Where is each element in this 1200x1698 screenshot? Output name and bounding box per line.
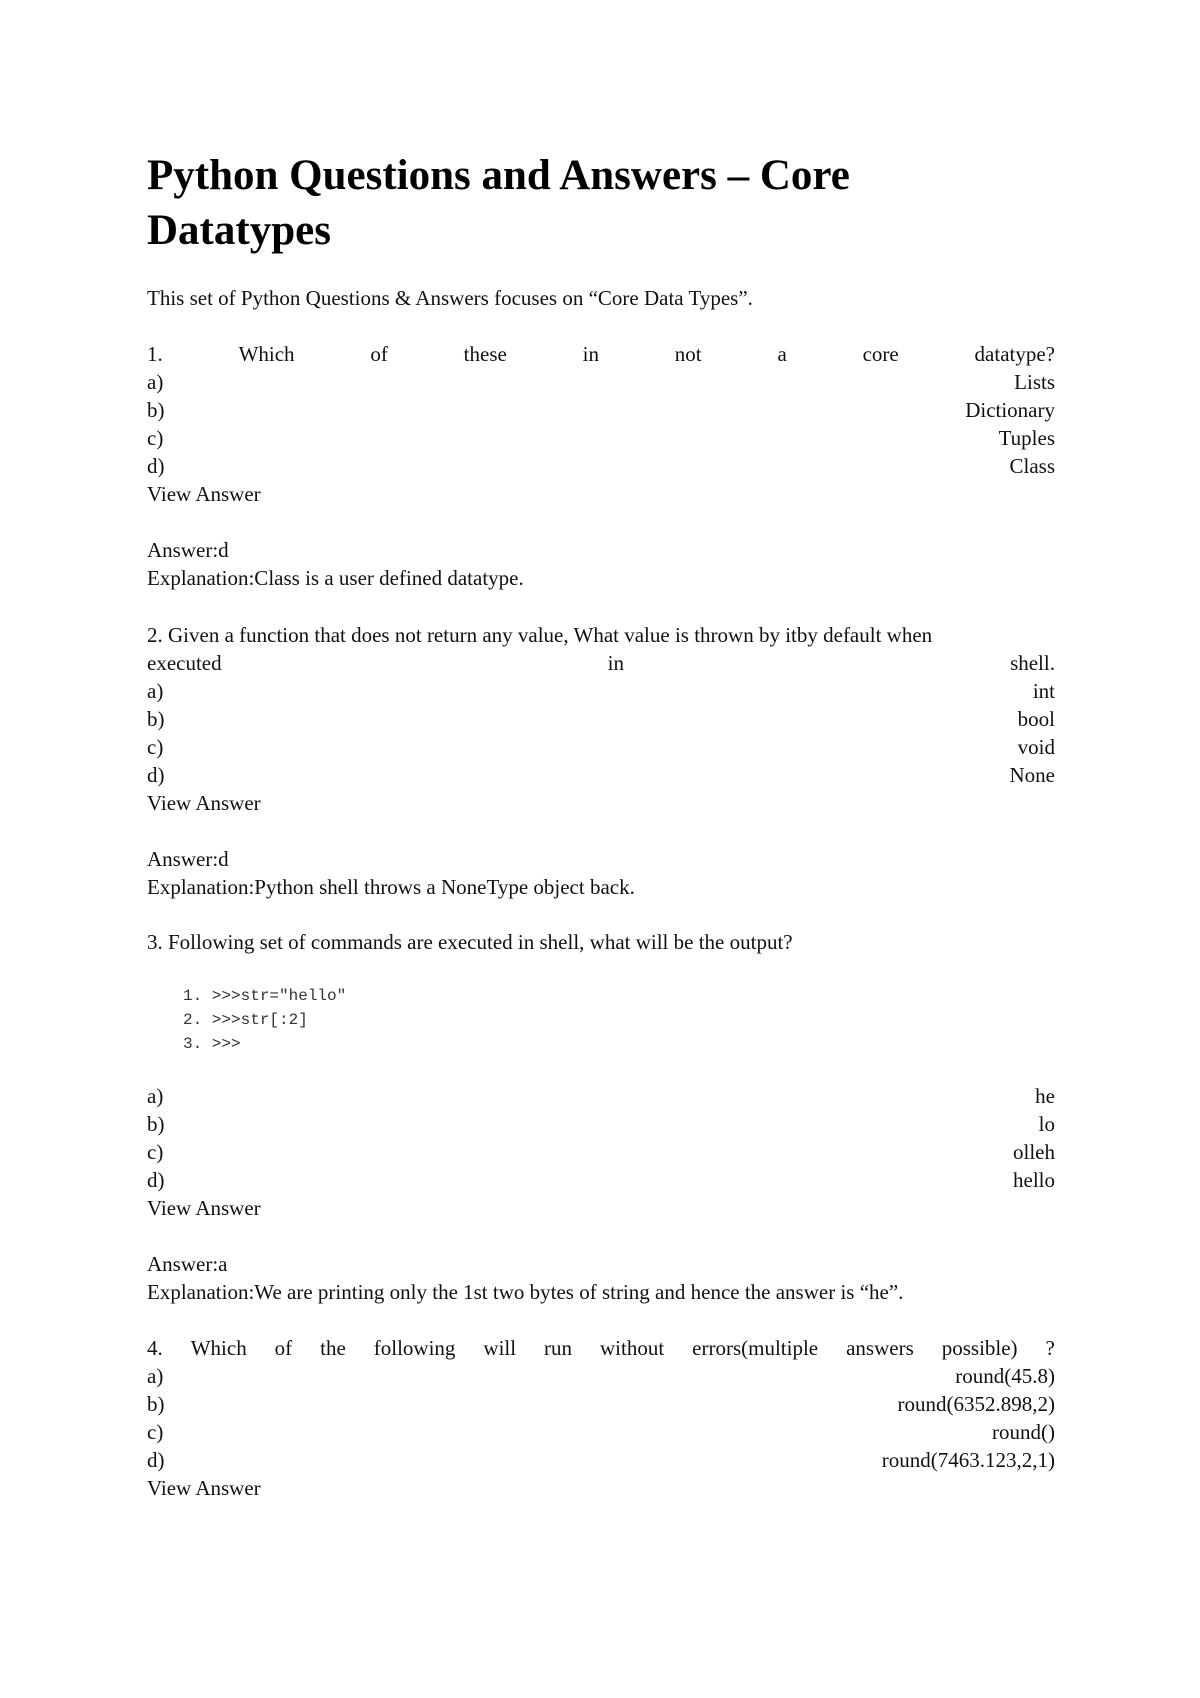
q4-option-c: c) round() [147, 1418, 1055, 1446]
q3-view-answer-link[interactable]: View Answer [147, 1194, 1055, 1222]
option-text: Dictionary [965, 398, 1055, 422]
question-4-text: 4. Which of the following will run witho… [147, 1334, 1055, 1362]
page-title-line-1: Python Questions and Answers – Core [147, 152, 850, 199]
option-label: a) [147, 370, 164, 394]
option-label: a) [147, 1364, 164, 1388]
q2-explanation: Explanation:Python shell throws a NoneTy… [147, 875, 635, 899]
option-label: b) [147, 398, 165, 422]
q1-option-d: d) Class [147, 452, 1055, 480]
q2-view-answer-link[interactable]: View Answer [147, 789, 1055, 817]
q1-answer: Answer:d [147, 538, 229, 562]
q4-option-d: d) round(7463.123,2,1) [147, 1446, 1055, 1474]
option-text: Tuples [998, 426, 1055, 450]
q1-explanation: Explanation:Class is a user defined data… [147, 566, 524, 590]
code-line-1: 1. >>>str="hello" [183, 987, 347, 1005]
q4-word: run [544, 1336, 573, 1360]
q4-word: ? [1045, 1336, 1055, 1360]
intro-text: This set of Python Questions & Answers f… [147, 286, 753, 310]
q4-word: answers [846, 1336, 914, 1360]
code-line-2: 2. >>>str[:2] [183, 1011, 308, 1029]
option-label: d) [147, 454, 165, 478]
q1-option-c: c) Tuples [147, 424, 1055, 452]
option-text: he [1035, 1084, 1055, 1108]
option-text: lo [1038, 1112, 1055, 1136]
option-label: c) [147, 426, 164, 450]
q3-option-b: b) lo [147, 1110, 1055, 1138]
q1-option-b: b) Dictionary [147, 396, 1055, 424]
q4-option-a: a) round(45.8) [147, 1362, 1055, 1390]
option-label: c) [147, 1140, 164, 1164]
option-text: Lists [1014, 370, 1055, 394]
option-label: a) [147, 1084, 164, 1108]
option-text: bool [1017, 707, 1055, 731]
q2-answer: Answer:d [147, 847, 229, 871]
option-text: round() [992, 1420, 1055, 1444]
q1-word: a [777, 342, 787, 366]
q3-explanation: Explanation:We are printing only the 1st… [147, 1280, 904, 1304]
q4-word: of [274, 1336, 293, 1360]
option-label: b) [147, 707, 165, 731]
q1-view-answer-link[interactable]: View Answer [147, 480, 1055, 508]
page-title-line-2: Datatypes [147, 207, 331, 254]
q4-option-b: b) round(6352.898,2) [147, 1390, 1055, 1418]
option-text: int [1032, 679, 1055, 703]
q4-word: Which [190, 1336, 247, 1360]
q1-word: of [370, 342, 388, 366]
q4-word: following [373, 1336, 456, 1360]
q3-option-c: c) olleh [147, 1138, 1055, 1166]
q4-word: without [600, 1336, 665, 1360]
q4-word: will [483, 1336, 517, 1360]
option-text: None [1009, 763, 1056, 787]
option-text: hello [1013, 1168, 1055, 1192]
option-label: b) [147, 1392, 165, 1416]
q1-word: these [463, 342, 507, 366]
q1-word: datatype? [974, 342, 1055, 366]
q2-word: shell. [1010, 651, 1055, 675]
option-text: void [1017, 735, 1055, 759]
option-label: c) [147, 735, 164, 759]
option-text: round(6352.898,2) [897, 1392, 1055, 1416]
option-label: d) [147, 763, 165, 787]
q4-word: 4. [147, 1336, 163, 1360]
q2-option-a: a) int [147, 677, 1055, 705]
q1-word: Which [238, 342, 295, 366]
q2-option-c: c) void [147, 733, 1055, 761]
question-2-text-line-1: 2. Given a function that does not return… [147, 623, 933, 647]
option-label: d) [147, 1168, 165, 1192]
q2-option-b: b) bool [147, 705, 1055, 733]
q2-word: in [607, 651, 625, 675]
document-page: Python Questions and Answers – Core Data… [0, 0, 1200, 1698]
q4-word: errors(multiple [692, 1336, 819, 1360]
option-text: olleh [1013, 1140, 1055, 1164]
q2-word: executed [147, 651, 222, 675]
question-2-text-line-2: executed in shell. [147, 649, 1055, 677]
option-label: c) [147, 1420, 164, 1444]
q2-option-d: d) None [147, 761, 1055, 789]
q3-answer: Answer:a [147, 1252, 228, 1276]
q1-option-a: a) Lists [147, 368, 1055, 396]
q4-view-answer-link[interactable]: View Answer [147, 1474, 1055, 1502]
option-text: round(7463.123,2,1) [881, 1448, 1055, 1472]
q1-word: not [674, 342, 702, 366]
option-label: b) [147, 1112, 165, 1136]
q1-word: in [582, 342, 599, 366]
q4-word: the [320, 1336, 346, 1360]
q3-option-a: a) he [147, 1082, 1055, 1110]
option-label: a) [147, 679, 164, 703]
question-3-text: 3. Following set of commands are execute… [147, 930, 793, 954]
q1-word: 1. [147, 342, 163, 366]
q3-option-d: d) hello [147, 1166, 1055, 1194]
question-1-text: 1. Which of these in not a core datatype… [147, 340, 1055, 368]
option-label: d) [147, 1448, 165, 1472]
q1-word: core [862, 342, 899, 366]
option-text: round(45.8) [955, 1364, 1055, 1388]
option-text: Class [1009, 454, 1055, 478]
code-line-3: 3. >>> [183, 1035, 241, 1053]
q4-word: possible) [941, 1336, 1018, 1360]
